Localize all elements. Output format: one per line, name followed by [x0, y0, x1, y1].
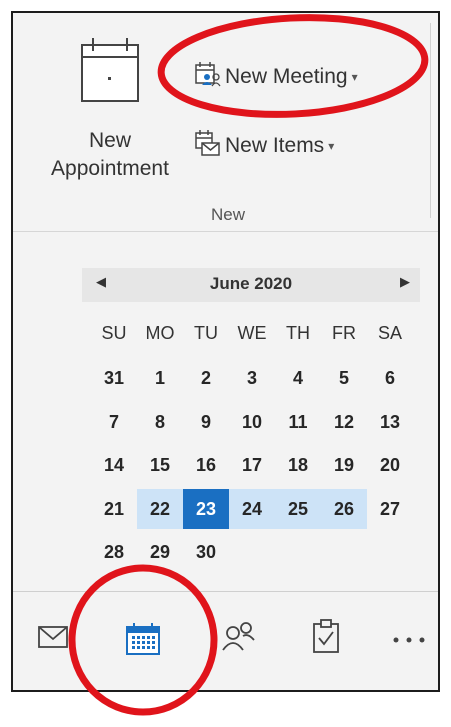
- calendar-day[interactable]: 28: [91, 532, 137, 572]
- outlook-pane: New Appointment New Meeting ▾ New Items …: [11, 11, 440, 692]
- calendar-week: 31 1 2 3 4 5 6: [91, 358, 413, 398]
- calendar-week-selected: 21 22 23 24 25 26 27: [91, 489, 413, 529]
- tasks-icon[interactable]: [311, 618, 341, 659]
- more-icon[interactable]: [391, 632, 431, 650]
- calendar-day[interactable]: 27: [367, 489, 413, 529]
- calendar-day[interactable]: 25: [275, 489, 321, 529]
- new-items-icon: [193, 129, 225, 163]
- calendar-day[interactable]: 24: [229, 489, 275, 529]
- chevron-down-icon[interactable]: ▾: [352, 70, 358, 84]
- calendar-day[interactable]: 31: [91, 358, 137, 398]
- new-items-label: New Items: [225, 134, 325, 157]
- calendar-week: 14 15 16 17 18 19 20: [91, 445, 413, 485]
- calendar-day[interactable]: 19: [321, 445, 367, 485]
- calendar-day[interactable]: 30: [183, 532, 229, 572]
- mail-icon[interactable]: [37, 624, 69, 655]
- calendar-day[interactable]: 26: [321, 489, 367, 529]
- ribbon: New Appointment New Meeting ▾ New Items …: [13, 13, 438, 232]
- new-meeting-button[interactable]: New Meeting ▾: [193, 61, 358, 93]
- calendar-icon[interactable]: [125, 622, 161, 661]
- calendar-day[interactable]: 20: [367, 445, 413, 485]
- calendar-day[interactable]: 6: [367, 358, 413, 398]
- calendar-day-today[interactable]: 23: [183, 489, 229, 529]
- weekday-label: TU: [194, 323, 218, 343]
- ribbon-group-label: New: [210, 205, 245, 224]
- new-items-button[interactable]: New Items ▾: [193, 130, 334, 162]
- calendar-day[interactable]: 16: [183, 445, 229, 485]
- calendar-day[interactable]: 11: [275, 402, 321, 442]
- weekday-label: SU: [101, 323, 127, 343]
- calendar-day[interactable]: 2: [183, 358, 229, 398]
- calendar-day[interactable]: 7: [91, 402, 137, 442]
- new-meeting-label: New Meeting: [225, 65, 348, 88]
- chevron-down-icon[interactable]: ▾: [328, 139, 334, 153]
- calendar-day[interactable]: 4: [275, 358, 321, 398]
- module-nav-bar: [13, 591, 438, 690]
- calendar-day[interactable]: 10: [229, 402, 275, 442]
- calendar-day[interactable]: 8: [137, 402, 183, 442]
- calendar-day[interactable]: 22: [137, 489, 183, 529]
- new-appointment-label: New Appointment: [51, 129, 169, 180]
- date-navigator-header: ◀ June 2020 ▶: [82, 268, 420, 302]
- weekday-header: SU MO TU WE TH FR SA: [91, 313, 413, 353]
- calendar-day[interactable]: 3: [229, 358, 275, 398]
- calendar-week: 7 8 9 10 11 12 13: [91, 402, 413, 442]
- calendar-day[interactable]: 21: [91, 489, 137, 529]
- calendar-day[interactable]: 13: [367, 402, 413, 442]
- calendar-day[interactable]: 15: [137, 445, 183, 485]
- next-month-icon[interactable]: ▶: [400, 274, 410, 290]
- ribbon-divider: [430, 23, 431, 218]
- weekday-label: WE: [237, 323, 267, 343]
- people-icon[interactable]: [221, 620, 257, 657]
- calendar-page-icon: [79, 35, 141, 110]
- calendar-day[interactable]: 18: [275, 445, 321, 485]
- calendar-week: 28 29 30: [91, 532, 229, 572]
- weekday-label: TH: [286, 323, 310, 343]
- new-appointment-button[interactable]: New Appointment: [35, 29, 185, 189]
- calendar-day[interactable]: 17: [229, 445, 275, 485]
- calendar-day[interactable]: 12: [321, 402, 367, 442]
- month-title: June 2020: [209, 274, 293, 293]
- calendar-day[interactable]: 5: [321, 358, 367, 398]
- calendar-day[interactable]: 1: [137, 358, 183, 398]
- weekday-label: SA: [377, 323, 402, 343]
- calendar-day[interactable]: 9: [183, 402, 229, 442]
- meeting-icon: [193, 60, 225, 94]
- weekday-label: MO: [145, 323, 175, 343]
- calendar-day[interactable]: 29: [137, 532, 183, 572]
- weekday-label: FR: [332, 323, 356, 343]
- calendar-day[interactable]: 14: [91, 445, 137, 485]
